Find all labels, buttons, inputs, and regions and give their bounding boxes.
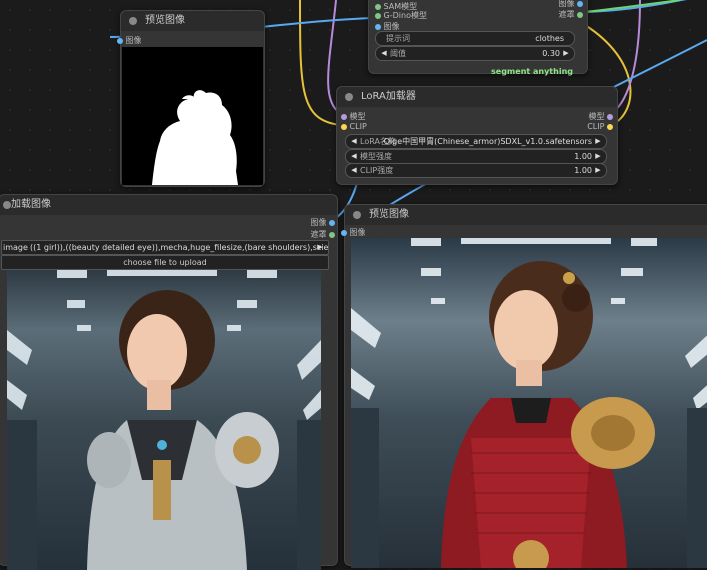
image-file-selector[interactable]: image ((1 girl)),((beauty detailed eye))… <box>1 240 329 255</box>
node-title: 预览图像 <box>369 209 409 220</box>
node-title: 加载图像 <box>11 199 51 210</box>
loaded-image <box>7 270 321 570</box>
model-strength-stepper[interactable]: ◀ 模型强度 1.00 ▶ <box>345 149 607 164</box>
gdino-model-input-port[interactable]: G-Dino模型 <box>375 10 427 21</box>
node-collapse-dot[interactable] <box>129 17 137 25</box>
mask-output-port[interactable]: 遮罩 <box>558 9 583 20</box>
lora-loader-node[interactable]: LoRA加载器 模型 CLIP 模型 CLIP ◀ LoRA名称 Qige中国甲… <box>336 86 618 185</box>
choose-file-button[interactable]: choose file to upload <box>1 255 329 270</box>
preview-image-node-bottom[interactable]: 预览图像 图像 <box>341 204 707 568</box>
clip-output-port[interactable]: CLIP <box>587 122 613 131</box>
increment-icon[interactable]: ▶ <box>592 150 604 163</box>
image-input-port[interactable]: 图像 <box>341 227 366 238</box>
model-output-port[interactable]: 模型 <box>588 111 613 122</box>
threshold-stepper[interactable]: ◀ 阈值 0.30 ▶ <box>375 46 575 61</box>
next-icon[interactable]: ▶ <box>314 241 326 254</box>
preview-image-node-top[interactable]: 预览图像 图像 <box>117 10 265 187</box>
lora-name-selector[interactable]: ◀ LoRA名称 Qige中国甲胄(Chinese_armor)SDXL_v1.… <box>345 134 607 149</box>
node-title: LoRA加载器 <box>361 91 416 102</box>
increment-icon[interactable]: ▶ <box>560 47 572 60</box>
node-footer-title: segment anything <box>491 67 573 76</box>
decrement-icon[interactable]: ◀ <box>348 150 360 163</box>
increment-icon[interactable]: ▶ <box>592 164 604 177</box>
image-output-port[interactable]: 图像 <box>310 217 335 228</box>
previous-icon[interactable]: ◀ <box>348 135 360 148</box>
image-output-port[interactable]: 图像 <box>558 0 583 9</box>
next-icon[interactable]: ▶ <box>592 135 604 148</box>
load-image-node[interactable]: 加载图像 图像 遮罩 image ((1 girl)),((beauty det… <box>0 194 338 570</box>
model-input-port[interactable]: 模型 <box>341 111 366 122</box>
decrement-icon[interactable]: ◀ <box>348 164 360 177</box>
mask-preview-image <box>122 47 263 185</box>
node-title: 预览图像 <box>145 15 185 26</box>
clip-input-port[interactable]: CLIP <box>341 122 367 131</box>
node-collapse-dot[interactable] <box>3 201 11 209</box>
decrement-icon[interactable]: ◀ <box>378 47 390 60</box>
prompt-text-field[interactable]: 提示词 clothes <box>375 31 575 46</box>
node-collapse-dot[interactable] <box>353 211 361 219</box>
clip-strength-stepper[interactable]: ◀ CLIP强度 1.00 ▶ <box>345 163 607 178</box>
image-input-port[interactable]: 图像 <box>117 35 142 46</box>
segment-anything-node[interactable]: SAM模型 G-Dino模型 图像 图像 遮罩 提示词 clothes ◀ 阈值… <box>368 0 588 76</box>
node-collapse-dot[interactable] <box>345 93 353 101</box>
output-preview-image <box>351 238 707 568</box>
mask-output-port[interactable]: 遮罩 <box>310 229 335 240</box>
